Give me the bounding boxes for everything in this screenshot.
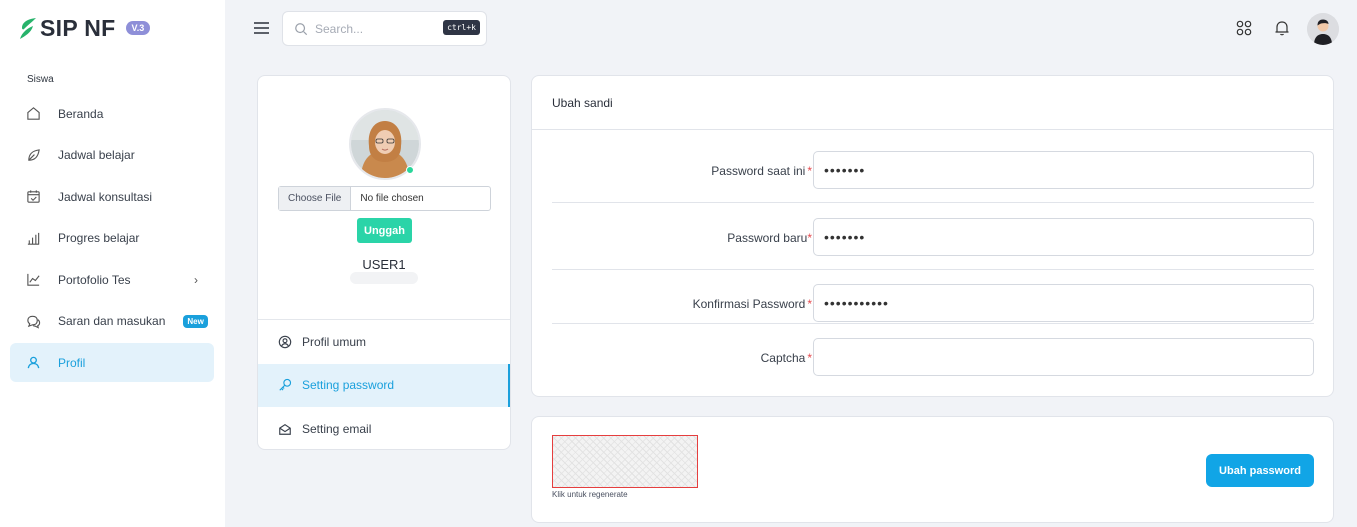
sidebar-item-saran-dan-masukan[interactable]: Saran dan masukan New (10, 302, 214, 341)
brand-logo[interactable]: SIP NF V.3 (19, 14, 151, 42)
search-shortcut-hint: ctrl+k (443, 20, 480, 35)
version-badge: V.3 (125, 21, 151, 35)
captcha-label: Captcha * (760, 351, 812, 365)
confirm-password-label: Konfirmasi Password * (692, 297, 812, 311)
online-status-dot (406, 166, 414, 174)
divider (552, 323, 1314, 324)
card-title: Ubah sandi (532, 76, 1333, 130)
line-chart-icon (25, 272, 41, 288)
change-password-card: Ubah sandi Password saat ini* Password b… (531, 75, 1334, 397)
profile-menu-label: Setting email (302, 421, 372, 436)
sidebar-item-label: Jadwal konsultasi (58, 189, 153, 204)
choose-file-button[interactable]: Choose File (279, 187, 352, 210)
confirm-password-input[interactable] (813, 284, 1314, 322)
sidebar-nav: Beranda Jadwal belajar Jadwal konsultasi… (10, 94, 214, 385)
file-name-text: No file chosen (360, 193, 424, 204)
chevron-right-icon: › (194, 273, 198, 287)
profile-menu-profil-umum[interactable]: Profil umum (258, 320, 510, 364)
profile-menu: Profil umum Setting password Setting ema… (258, 319, 510, 449)
sidebar-item-label: Progres belajar (58, 231, 140, 245)
search-input[interactable] (315, 21, 433, 36)
captcha-card: Klik untuk regenerate Ubah password (531, 416, 1334, 523)
captcha-input[interactable] (813, 338, 1314, 376)
user-icon (25, 355, 41, 371)
search-icon (295, 22, 308, 35)
user-avatar[interactable] (1307, 13, 1339, 45)
profile-menu-label: Profil umum (302, 334, 367, 349)
sidebar-item-label: Portofolio Tes (58, 272, 131, 287)
new-password-input[interactable] (813, 218, 1314, 256)
sidebar-item-profil[interactable]: Profil (10, 343, 214, 382)
leaf-logo-icon (20, 18, 36, 39)
sidebar-item-label: Profil (58, 355, 86, 370)
captcha-hint: Klik untuk regenerate (552, 490, 628, 499)
sidebar-item-portofolio-tes[interactable]: Portofolio Tes › (10, 260, 214, 299)
sidebar-item-jadwal-belajar[interactable]: Jadwal belajar (10, 136, 214, 175)
section-label: Siswa (27, 74, 54, 85)
sidebar-item-label: Beranda (58, 106, 104, 121)
new-password-label: Password baru* (727, 231, 812, 245)
hamburger-menu-icon[interactable] (254, 22, 269, 34)
current-password-label: Password saat ini * (711, 164, 812, 178)
divider (552, 202, 1314, 203)
sidebar-item-beranda[interactable]: Beranda (10, 94, 214, 133)
profile-menu-label: Setting password (302, 378, 395, 393)
change-password-button[interactable]: Ubah password (1206, 454, 1314, 487)
new-badge: New (183, 314, 208, 328)
profile-menu-setting-email[interactable]: Setting email (258, 407, 510, 449)
username-subtitle-placeholder (350, 272, 418, 284)
sidebar-item-label: Jadwal belajar (58, 148, 135, 162)
bar-chart-icon (25, 230, 41, 246)
envelope-open-icon (278, 422, 292, 436)
file-input[interactable]: Choose File No file chosen (278, 186, 491, 211)
sidebar-item-jadwal-konsultasi[interactable]: Jadwal konsultasi (10, 177, 214, 216)
calendar-check-icon (25, 189, 41, 205)
brand-name: SIP NF (40, 14, 116, 41)
divider (552, 269, 1314, 270)
search-box[interactable]: ctrl+k (282, 11, 487, 46)
leaf-icon (25, 147, 41, 163)
home-icon (25, 106, 41, 122)
current-password-input[interactable] (813, 151, 1314, 189)
chat-bubbles-icon (25, 313, 41, 329)
profile-card: Choose File No file chosen Unggah USER1 … (257, 75, 511, 450)
bell-icon[interactable] (1273, 19, 1291, 37)
profile-menu-setting-password[interactable]: Setting password (258, 363, 510, 407)
username: USER1 (362, 257, 406, 272)
captcha-image[interactable] (552, 435, 698, 488)
user-circle-icon (278, 335, 292, 349)
sidebar-item-progres-belajar[interactable]: Progres belajar (10, 219, 214, 258)
sidebar-item-label: Saran dan masukan (58, 314, 166, 328)
key-icon (278, 378, 292, 392)
sidebar: SIP NF V.3 Siswa Beranda Jadwal belajar … (0, 0, 225, 527)
upload-button[interactable]: Unggah (357, 218, 412, 243)
apps-grid-icon[interactable] (1235, 19, 1253, 37)
